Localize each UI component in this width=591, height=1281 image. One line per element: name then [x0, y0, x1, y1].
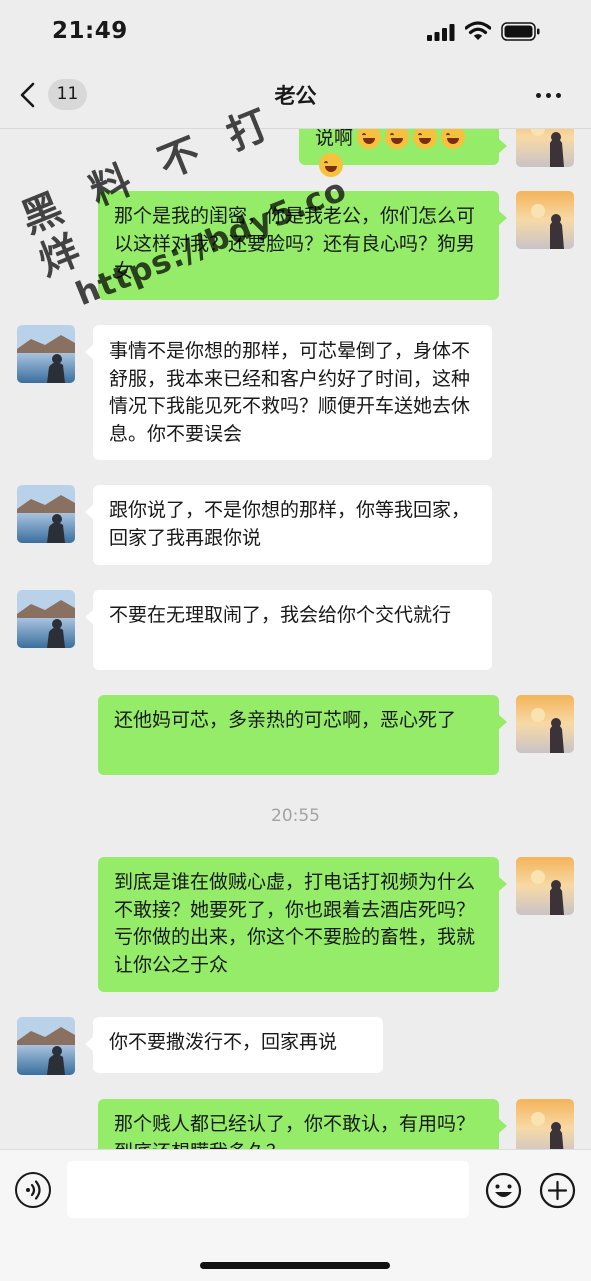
emoji-icon[interactable] [485, 1172, 522, 1209]
message-bubble-sent[interactable]: 那个贱人都已经认了，你不敢认，有用吗？到底还想瞒我多久？ [98, 1099, 499, 1149]
message-bubble-sent[interactable]: 还他妈可芯，多亲热的可芯啊，恶心死了 [98, 695, 499, 775]
message-text: 那个贱人都已经认了，你不敢认，有用吗？到底还想瞒我多久？ [114, 1113, 476, 1149]
bubble-tail [499, 715, 507, 729]
message-text: 跟你说了，不是你想的那样，你等我回家，回家了我再跟你说 [109, 499, 471, 549]
status-time: 21:49 [52, 18, 128, 44]
laughing-face-icon [357, 129, 382, 149]
message-text: 到底是谁在做贼心虚，打电话打视频为什么不敢接？她要死了，你也跟着去酒店死吗？亏你… [114, 871, 476, 976]
laughing-face-icon [319, 152, 343, 177]
laughing-face-icon [385, 129, 410, 149]
add-attachment-icon[interactable] [539, 1172, 576, 1209]
message-list[interactable]: 说啊 那个是我的闺密，你是我老公，你们怎么可以这样对我？还要脸吗？还有良心吗？狗… [0, 129, 591, 1149]
bubble-tail [85, 345, 93, 359]
message-text: 还他妈可芯，多亲热的可芯啊，恶心死了 [114, 709, 457, 731]
more-options-icon[interactable] [534, 82, 564, 108]
contact-avatar[interactable] [17, 485, 75, 543]
message-bubble-received[interactable]: 你不要撒泼行不，回家再说 [93, 1017, 383, 1073]
cellular-signal-icon [427, 24, 455, 41]
bubble-tail [499, 211, 507, 225]
bubble-tail [499, 139, 507, 153]
wifi-icon [465, 21, 491, 40]
status-bar: 21:49 [0, 0, 591, 62]
message-bubble-received[interactable]: 不要在无理取闹了，我会给你个交代就行 [93, 590, 492, 670]
my-avatar[interactable] [516, 695, 574, 753]
message-text: 那个是我的闺密，你是我老公，你们怎么可以这样对我？还要脸吗？还有良心吗？狗男女 [114, 205, 476, 282]
laughing-face-icon [413, 129, 438, 149]
message-text: 事情不是你想的那样，可芯晕倒了，身体不舒服，我本来已经和客户约好了时间，这种情况… [109, 340, 471, 445]
message-bubble-sent[interactable]: 到底是谁在做贼心虚，打电话打视频为什么不敢接？她要死了，你也跟着去酒店死吗？亏你… [98, 857, 499, 992]
message-bubble-sent[interactable]: 说啊 [299, 129, 499, 177]
contact-avatar[interactable] [17, 590, 75, 648]
contact-avatar[interactable] [17, 325, 75, 383]
message-text: 不要在无理取闹了，我会给你个交代就行 [109, 604, 452, 626]
chat-title: 老公 [274, 84, 317, 108]
laughing-face-icon [441, 129, 466, 149]
back-chevron-icon[interactable] [18, 82, 38, 108]
bubble-tail [499, 1119, 507, 1133]
bubble-tail [499, 877, 507, 891]
bubble-tail [85, 1037, 93, 1051]
voice-input-icon[interactable] [15, 1172, 51, 1208]
message-bubble-sent[interactable]: 那个是我的闺密，你是我老公，你们怎么可以这样对我？还要脸吗？还有良心吗？狗男女 [98, 191, 499, 300]
bubble-tail [85, 505, 93, 519]
chat-header: 11 老公 [0, 62, 591, 129]
message-bubble-received[interactable]: 事情不是你想的那样，可芯晕倒了，身体不舒服，我本来已经和客户约好了时间，这种情况… [93, 325, 492, 460]
contact-avatar[interactable] [17, 1017, 75, 1075]
my-avatar[interactable] [516, 857, 574, 915]
message-text: 说啊 [315, 129, 354, 149]
message-input[interactable] [67, 1161, 469, 1218]
my-avatar[interactable] [516, 1099, 574, 1149]
unread-count-badge[interactable]: 11 [48, 79, 87, 110]
my-avatar[interactable] [516, 191, 574, 249]
message-timestamp: 20:55 [271, 806, 320, 826]
my-avatar[interactable] [516, 129, 574, 167]
input-bar [0, 1149, 591, 1281]
battery-icon [501, 22, 540, 41]
message-text: 你不要撒泼行不，回家再说 [109, 1031, 338, 1053]
bubble-tail [85, 610, 93, 624]
message-bubble-received[interactable]: 跟你说了，不是你想的那样，你等我回家，回家了我再跟你说 [93, 485, 492, 565]
home-indicator[interactable] [200, 1262, 390, 1269]
